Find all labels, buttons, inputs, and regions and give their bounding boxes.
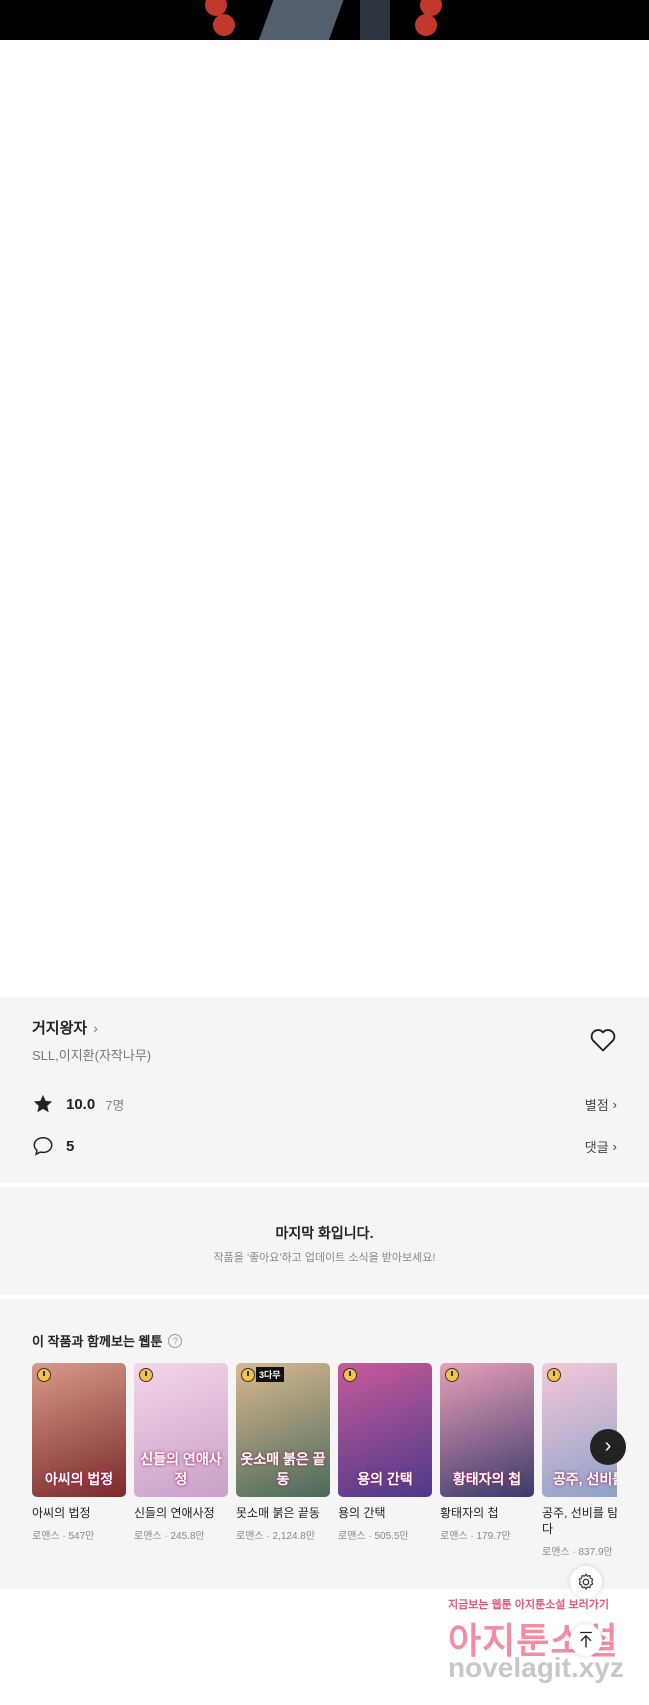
webtoon-title: 아씨의 법정 [32,1506,91,1520]
webtoon-title: 못소매 붉은 끝동 [236,1506,320,1520]
poster-title: 공주, 선비를 [552,1471,617,1487]
rating-value: 10.0 [66,1095,96,1113]
settings-button[interactable] [570,1566,602,1598]
recommendation-carousel: 아씨의 법정 아씨의 법정 로맨스 · 547만 신들의 연애사정 신들의 연애사정 로맨… [32,1363,617,1573]
help-icon[interactable]: ? [168,1333,183,1348]
webtoon-title: 용의 간택 [338,1506,386,1520]
recommendation-section: 이 작품과 함께보는 웹툰 ? 아씨의 법정 아씨의 법정 로맨스 · 547만 신들… [0,1299,649,1589]
recommendation-header: 이 작품과 함께보는 웹툰 ? [32,1331,183,1350]
scroll-to-top-button[interactable] [570,1624,602,1656]
recommendation-card[interactable]: 신들의 연애사정 신들의 연애사정 로맨스 · 245.8만 [134,1363,228,1542]
webtoon-genre-views: 로맨스 · 2,124.8만 [236,1531,316,1542]
watermark-url: novelagit.xyz [448,1652,624,1683]
recommendation-card[interactable]: 황태자의 첩 황태자의 첩 로맨스 · 179.7만 [440,1363,534,1542]
last-episode-subtext: 작품을 '좋아요'하고 업데이트 소식을 받아보세요! [213,1252,436,1264]
webtoon-genre-views: 로맨스 · 179.7만 [440,1531,511,1542]
webtoon-title: 신들의 연애사정 [134,1506,215,1520]
comment-bubble-icon [33,1137,53,1156]
comment-row: 5 댓글 › [32,1135,617,1157]
webtoon-title: 공주, 선비를 탐하다 [542,1506,617,1536]
wait-free-clock-icon [139,1368,153,1382]
webtoon-genre-views: 로맨스 · 505.5만 [338,1531,409,1542]
recommendation-card[interactable]: 용의 간택 용의 간택 로맨스 · 505.5만 [338,1363,432,1542]
gear-icon [578,1573,594,1590]
rating-row: 10.0 7명 별점 › [32,1093,617,1115]
poster-title: 황태자의 첩 [452,1471,522,1487]
webtoon-thumbnail: 아씨의 법정 [32,1363,126,1497]
recommendation-card[interactable]: 아씨의 법정 아씨의 법정 로맨스 · 547만 [32,1363,126,1542]
recommendation-card[interactable]: 3다무옷소매 붉은 끝동못소매 붉은 끝동로맨스 · 2,124.8만 [236,1363,330,1542]
work-author: SLL,이지환(자작나무) [32,1048,152,1063]
chevron-right-icon: › [93,1019,98,1036]
wait-free-clock-icon [37,1368,51,1382]
carousel-next-button[interactable]: › [590,1429,626,1465]
heart-icon[interactable] [589,1027,617,1053]
work-info-panel: 거지왕자 › SLL,이지환(자작나무) 10.0 7명 별점 › 5 댓글 › [0,997,649,1183]
wait-free-clock-icon [445,1368,459,1382]
wait-free-clock-icon [241,1368,255,1382]
work-title: 거지왕자 [32,1020,88,1037]
wait-badge: 3다무 [256,1367,284,1382]
image-shape [258,0,348,40]
chevron-right-icon: › [612,1138,617,1154]
webtoon-thumbnail: 황태자의 첩 [440,1363,534,1497]
image-bead [213,14,235,36]
poster-title: 용의 간택 [357,1471,413,1487]
webtoon-thumbnail: 3다무옷소매 붉은 끝동 [236,1363,330,1497]
webtoon-thumbnail: 신들의 연애사정 [134,1363,228,1497]
episode-image-bottom [0,0,649,40]
recommendation-heading: 이 작품과 함께보는 웹툰 [32,1334,163,1349]
episode-image-blank [0,40,649,997]
image-shape [360,0,390,40]
last-episode-heading: 마지막 화입니다. [275,1225,374,1241]
webtoon-genre-views: 로맨스 · 245.8만 [134,1531,205,1542]
comment-link-label: 댓글 [584,1139,609,1155]
rating-link-label: 별점 [584,1097,609,1113]
image-bead [415,14,437,36]
poster-title: 옷소매 붉은 끝동 [240,1451,326,1487]
webtoon-genre-views: 로맨스 · 837.9만 [542,1547,613,1558]
webtoon-thumbnail: 용의 간택 [338,1363,432,1497]
webtoon-title: 황태자의 첩 [440,1506,499,1520]
chevron-right-icon: › [612,1096,617,1112]
poster-title: 신들의 연애사정 [140,1451,222,1487]
poster-title: 아씨의 법정 [44,1471,114,1487]
wait-free-clock-icon [343,1368,357,1382]
comment-count: 5 [66,1137,75,1155]
rating-link[interactable]: 별점 › [585,1095,617,1114]
arrow-up-icon [580,1631,592,1648]
watermark-tagline: 지금보는 웹툰 아지툰소설 보러가기 [448,1599,609,1611]
wait-free-clock-icon [547,1368,561,1382]
last-episode-notice: 마지막 화입니다. 작품을 '좋아요'하고 업데이트 소식을 받아보세요! [0,1187,649,1295]
work-title-link[interactable]: 거지왕자 › [32,1017,98,1038]
comment-link[interactable]: 댓글 › [585,1137,617,1156]
webtoon-genre-views: 로맨스 · 547만 [32,1531,95,1542]
star-icon [33,1094,53,1113]
rating-count: 7명 [105,1097,125,1113]
